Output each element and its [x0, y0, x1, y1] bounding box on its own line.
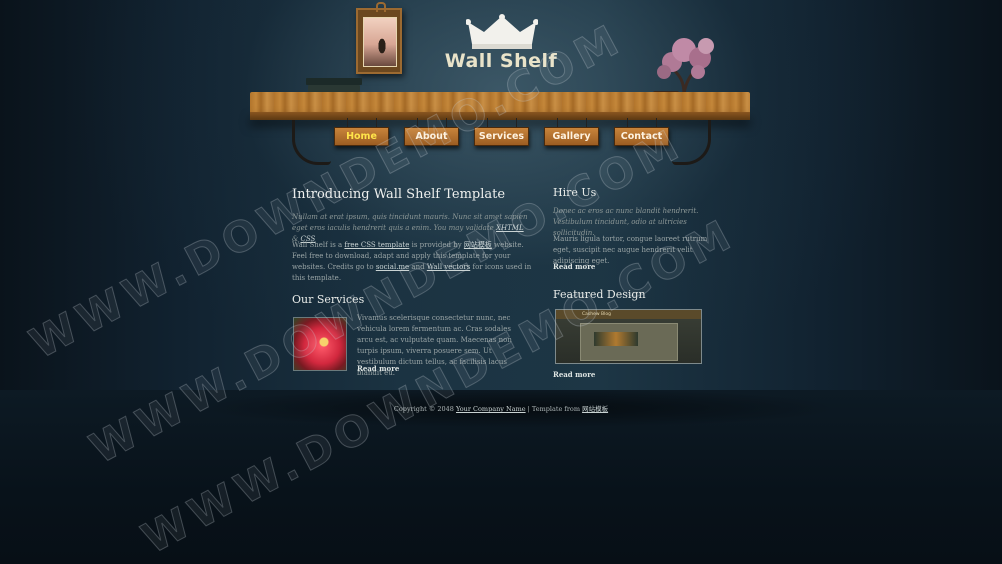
footer-middle: | Template from	[525, 405, 583, 413]
tree-silhouette	[377, 36, 387, 62]
template-link[interactable]: 网站模板	[582, 405, 608, 413]
footer: Copyright © 2048 Your Company Name | Tem…	[0, 403, 1002, 413]
intro-heading: Introducing Wall Shelf Template	[292, 187, 506, 202]
nav-item-gallery[interactable]: Gallery	[544, 118, 599, 146]
bonsai-tree	[657, 38, 714, 94]
nav-home-label[interactable]: Home	[334, 127, 389, 146]
intro-italic-copy: Nullam at erat ipsum, quis tincidunt mau…	[292, 213, 528, 232]
hire-heading: Hire Us	[553, 186, 597, 199]
footer-prefix: Copyright © 2048	[393, 405, 457, 413]
provider-link[interactable]: 网站模板	[464, 241, 492, 249]
social-link[interactable]: social.me	[376, 263, 409, 271]
intro-body: Wall Shelf is a free CSS template is pro…	[292, 240, 532, 284]
flower-image	[293, 317, 347, 371]
crown-icon	[466, 14, 538, 49]
company-link[interactable]: Your Company Name	[456, 405, 526, 413]
xhtml-link[interactable]: XHTML	[496, 224, 524, 232]
nav-about-label[interactable]: About	[404, 127, 459, 146]
wall-vectors-link[interactable]: Wall vectors	[427, 263, 470, 271]
wooden-shelf	[250, 92, 750, 114]
thumb-hero	[594, 332, 638, 346]
featured-read-more[interactable]: Read more	[553, 370, 595, 379]
free-css-link[interactable]: free CSS template	[344, 241, 409, 249]
featured-heading: Featured Design	[553, 288, 646, 301]
frame-hook	[376, 2, 386, 12]
services-heading: Our Services	[292, 293, 365, 306]
intro-text-1: Wall Shelf is a	[292, 241, 345, 249]
thumb-title: Cashew Blog	[582, 312, 611, 317]
nav-item-services[interactable]: Services	[474, 118, 529, 146]
site-logo[interactable]: Wall Shelf	[440, 50, 562, 72]
book	[308, 85, 360, 92]
nav-item-about[interactable]: About	[404, 118, 459, 146]
intro-text-2: is provided by	[409, 241, 464, 249]
nav-gallery-label[interactable]: Gallery	[544, 127, 599, 146]
frame-picture	[363, 17, 397, 67]
nav-contact-label[interactable]: Contact	[614, 127, 669, 146]
services-read-more[interactable]: Read more	[357, 364, 399, 373]
book	[306, 78, 362, 85]
nav-item-contact[interactable]: Contact	[614, 118, 669, 146]
nav-services-label[interactable]: Services	[474, 127, 529, 146]
featured-design-thumbnail[interactable]: Cashew Blog	[555, 309, 702, 364]
intro-text-4: and	[409, 263, 427, 271]
thumb-header: Cashew Blog	[556, 310, 701, 319]
nav-item-home[interactable]: Home	[334, 118, 389, 146]
picture-frame	[356, 2, 402, 74]
hire-read-more[interactable]: Read more	[553, 262, 595, 271]
